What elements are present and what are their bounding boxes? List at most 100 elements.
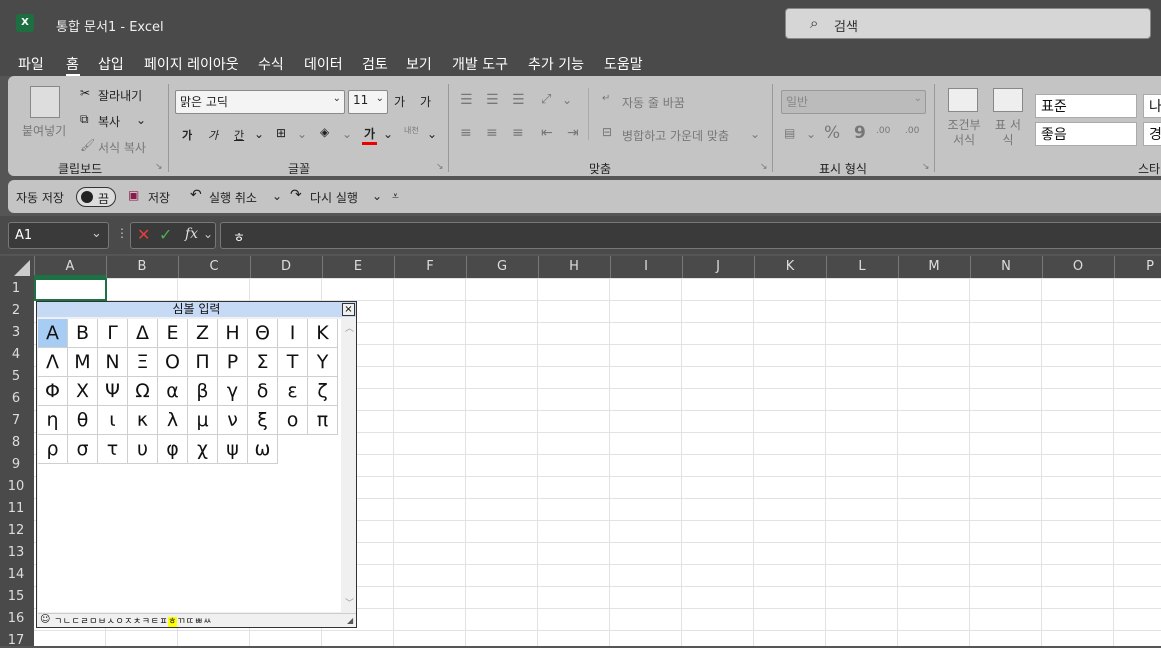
dialog-launcher-icon[interactable]: ↘ bbox=[155, 162, 163, 172]
conditional-format-button[interactable]: 조건부 서식 bbox=[944, 118, 984, 148]
symbol-cell[interactable]: φ bbox=[158, 435, 188, 464]
symbol-cell[interactable]: Η bbox=[218, 319, 248, 348]
resize-grip-icon[interactable]: ◢ bbox=[347, 616, 353, 625]
symbol-cell[interactable]: Κ bbox=[308, 319, 338, 348]
tab-page-layout[interactable]: 페이지 레이아웃 bbox=[144, 54, 239, 74]
table-format-icon[interactable] bbox=[993, 88, 1023, 112]
chevron-down-icon[interactable]: ⌄ bbox=[806, 127, 816, 141]
symbol-cell[interactable]: ρ bbox=[38, 435, 68, 464]
align-top-icon[interactable]: ☰ bbox=[460, 92, 473, 108]
formula-input[interactable]: ㅎ bbox=[220, 222, 1161, 249]
align-bottom-icon[interactable]: ☰ bbox=[512, 92, 525, 108]
row-header-1[interactable]: 1 bbox=[0, 281, 32, 296]
symbol-cell[interactable]: ι bbox=[98, 406, 128, 435]
format-as-table-button[interactable]: 표 서식 bbox=[991, 118, 1025, 148]
align-center-icon[interactable]: ≡ bbox=[486, 125, 498, 141]
row-header-10[interactable]: 10 bbox=[0, 479, 32, 494]
column-header-f[interactable]: F bbox=[394, 259, 466, 274]
scroll-down-icon[interactable]: ﹀ bbox=[345, 596, 354, 609]
symbol-cell[interactable]: ψ bbox=[218, 435, 248, 464]
close-button[interactable]: × bbox=[342, 303, 355, 316]
symbol-cell[interactable]: Θ bbox=[248, 319, 278, 348]
style-standard[interactable]: 표준 bbox=[1035, 94, 1137, 118]
symbol-cell[interactable]: Σ bbox=[248, 348, 278, 377]
symbol-cell[interactable]: Ξ bbox=[128, 348, 158, 377]
align-middle-icon[interactable]: ☰ bbox=[486, 92, 499, 108]
symbol-cell[interactable]: α bbox=[158, 377, 188, 406]
symbol-cell[interactable]: Β bbox=[68, 319, 98, 348]
decrease-indent-icon[interactable]: ⇤ bbox=[541, 125, 553, 141]
save-button[interactable]: 저장 bbox=[148, 189, 170, 206]
column-header-c[interactable]: C bbox=[178, 259, 250, 274]
italic-button[interactable]: 가 bbox=[208, 127, 218, 143]
row-header-15[interactable]: 15 bbox=[0, 589, 32, 604]
emoji-icon[interactable]: ☺ bbox=[40, 614, 50, 625]
jamo-after[interactable]: ㄲㄸㅃㅆ bbox=[177, 617, 212, 627]
symbol-cell[interactable]: Ψ bbox=[98, 377, 128, 406]
chevron-down-icon[interactable]: ⌄ bbox=[254, 127, 264, 141]
symbol-cell[interactable]: Ν bbox=[98, 348, 128, 377]
column-header-a[interactable]: A bbox=[34, 259, 106, 274]
symbol-cell[interactable]: ξ bbox=[248, 406, 278, 435]
row-header-13[interactable]: 13 bbox=[0, 545, 32, 560]
row-header-12[interactable]: 12 bbox=[0, 523, 32, 538]
jamo-selected[interactable]: ㅎ bbox=[168, 617, 177, 627]
symbol-cell[interactable]: β bbox=[188, 377, 218, 406]
increase-decimal-button[interactable]: .00 bbox=[876, 126, 890, 136]
name-box[interactable]: A1 ⌄ bbox=[8, 222, 109, 249]
symbol-cell[interactable]: Φ bbox=[38, 377, 68, 406]
chevron-down-icon[interactable]: ⌄ bbox=[342, 127, 352, 141]
format-painter-button[interactable]: 서식 복사 bbox=[98, 139, 146, 156]
tab-formulas[interactable]: 수식 bbox=[258, 54, 284, 74]
symbol-cell[interactable]: Ο bbox=[158, 348, 188, 377]
tab-data[interactable]: 데이터 bbox=[304, 54, 343, 74]
symbol-cell[interactable]: Α bbox=[38, 319, 68, 348]
symbol-cell[interactable]: θ bbox=[68, 406, 98, 435]
font-name-select[interactable]: 맑은 고딕 ⌄ bbox=[175, 90, 345, 114]
symbol-scrollbar[interactable]: ︿ ﹀ bbox=[342, 319, 356, 612]
symbol-cell[interactable]: ν bbox=[218, 406, 248, 435]
dialog-launcher-icon[interactable]: ↘ bbox=[922, 162, 930, 172]
symbol-cell[interactable]: γ bbox=[218, 377, 248, 406]
column-header-j[interactable]: J bbox=[682, 259, 754, 274]
symbol-cell[interactable]: κ bbox=[128, 406, 158, 435]
tab-add-ins[interactable]: 추가 기능 bbox=[528, 54, 584, 74]
row-header-14[interactable]: 14 bbox=[0, 567, 32, 582]
symbol-cell[interactable]: Δ bbox=[128, 319, 158, 348]
undo-icon[interactable]: ↶ bbox=[190, 187, 202, 203]
symbol-cell[interactable]: η bbox=[38, 406, 68, 435]
symbol-cell[interactable]: Χ bbox=[68, 377, 98, 406]
column-header-d[interactable]: D bbox=[250, 259, 322, 274]
font-color-button[interactable]: 가 bbox=[362, 125, 378, 145]
style-warning[interactable]: 경 bbox=[1143, 122, 1161, 146]
jamo-before[interactable]: ㄱㄴㄷㄹㅁㅂㅅㅇㅈㅊㅋㅌㅍ bbox=[54, 617, 168, 627]
column-header-o[interactable]: O bbox=[1042, 259, 1114, 274]
fill-color-icon[interactable]: ◈ bbox=[320, 125, 329, 139]
tab-help[interactable]: 도움말 bbox=[604, 54, 643, 74]
column-header-p[interactable]: P bbox=[1114, 259, 1161, 274]
search-box[interactable]: ⌕ 검색 bbox=[785, 8, 1151, 39]
tab-view[interactable]: 보기 bbox=[406, 54, 432, 74]
row-header-2[interactable]: 2 bbox=[0, 303, 32, 318]
chevron-down-icon[interactable]: ⌄ bbox=[272, 189, 282, 203]
decrease-decimal-button[interactable]: .00 bbox=[905, 126, 919, 136]
align-right-icon[interactable]: ≡ bbox=[512, 125, 524, 141]
tab-insert[interactable]: 삽입 bbox=[98, 54, 124, 74]
jamo-list[interactable]: ㄱㄴㄷㄹㅁㅂㅅㅇㅈㅊㅋㅌㅍㅎㄲㄸㅃㅆ bbox=[54, 614, 212, 627]
symbol-cell[interactable]: ζ bbox=[308, 377, 338, 406]
row-header-16[interactable]: 16 bbox=[0, 611, 32, 626]
symbol-cell[interactable]: Ω bbox=[128, 377, 158, 406]
autosave-toggle[interactable]: 끔 bbox=[76, 187, 116, 207]
chevron-down-icon[interactable]: ⌄ bbox=[297, 127, 307, 141]
tab-developer[interactable]: 개발 도구 bbox=[452, 54, 508, 74]
symbol-cell[interactable]: υ bbox=[128, 435, 158, 464]
symbol-cell[interactable]: ο bbox=[278, 406, 308, 435]
tab-review[interactable]: 검토 bbox=[362, 54, 388, 74]
paste-button[interactable]: 붙여넣기 bbox=[22, 122, 66, 139]
chevron-down-icon[interactable]: ⌄ bbox=[372, 189, 382, 203]
increase-indent-icon[interactable]: ⇥ bbox=[567, 125, 579, 141]
column-header-e[interactable]: E bbox=[322, 259, 394, 274]
symbol-cell[interactable]: Ρ bbox=[218, 348, 248, 377]
symbol-cell[interactable]: Τ bbox=[278, 348, 308, 377]
column-header-l[interactable]: L bbox=[826, 259, 898, 274]
